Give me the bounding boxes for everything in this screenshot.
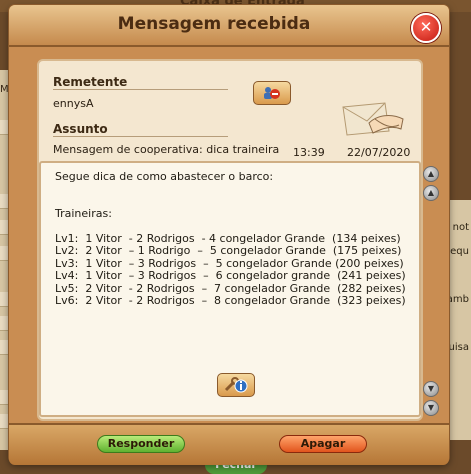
scroll-bottom-button[interactable]: ▼ — [423, 400, 439, 416]
handshake-envelope-icon — [342, 102, 404, 136]
scroll-down-button[interactable]: ▼ — [423, 381, 439, 397]
background-right-fragment: not — [452, 222, 469, 233]
subject-label: Assunto — [53, 122, 228, 137]
tools-info-icon — [224, 377, 248, 393]
body-line: Traineiras: — [55, 207, 112, 221]
body-line: Segue dica de como abastecer o barco: — [55, 170, 274, 183]
reply-button[interactable]: Responder — [97, 435, 185, 453]
attachment-button[interactable] — [217, 373, 255, 397]
body-line: Lv6: 2 Vitor - 2 Rodrigos – 8 congelador… — [55, 294, 406, 308]
body-line: Lv2: 2 Vitor – 1 Rodrigo – 5 congelador … — [55, 244, 402, 258]
sender-name: ennysA — [53, 97, 94, 110]
message-time: 13:39 — [293, 146, 325, 159]
message-dialog: Mensagem recebida ✕ Remetente ennysA Ass… — [9, 5, 449, 465]
dialog-titlebar: Mensagem recebida ✕ — [9, 5, 449, 47]
scroll-up-button[interactable]: ▲ — [423, 185, 439, 201]
user-profile-icon — [264, 87, 280, 99]
background-right-fragment: equ — [450, 246, 469, 257]
message-panel: Remetente ennysA Assunto Mensagem de coo… — [37, 59, 423, 421]
subject-text: Mensagem de cooperativa: dica traineira — [53, 143, 280, 156]
body-line: Lv4: 1 Vitor – 3 Rodrigos – 6 congelador… — [55, 269, 406, 283]
message-body[interactable]: Segue dica de como abastecer o barco: Tr… — [39, 161, 421, 417]
close-icon[interactable]: ✕ — [411, 13, 441, 43]
background-right-fragment: amb — [446, 294, 469, 305]
body-line — [55, 183, 406, 195]
dialog-footer: Responder Apagar — [9, 423, 449, 465]
dialog-title: Mensagem recebida — [117, 14, 311, 34]
message-body-text: Segue dica de como abastecer o barco: Tr… — [55, 170, 406, 308]
message-date: 22/07/2020 — [347, 146, 411, 159]
message-header: Remetente ennysA Assunto Mensagem de coo… — [49, 69, 411, 159]
delete-button[interactable]: Apagar — [279, 435, 367, 453]
sender-label: Remetente — [53, 75, 228, 90]
background-right-fragment: uisa — [448, 342, 469, 353]
view-profile-button[interactable] — [253, 81, 291, 105]
scroll-top-button[interactable]: ▲ — [423, 166, 439, 182]
